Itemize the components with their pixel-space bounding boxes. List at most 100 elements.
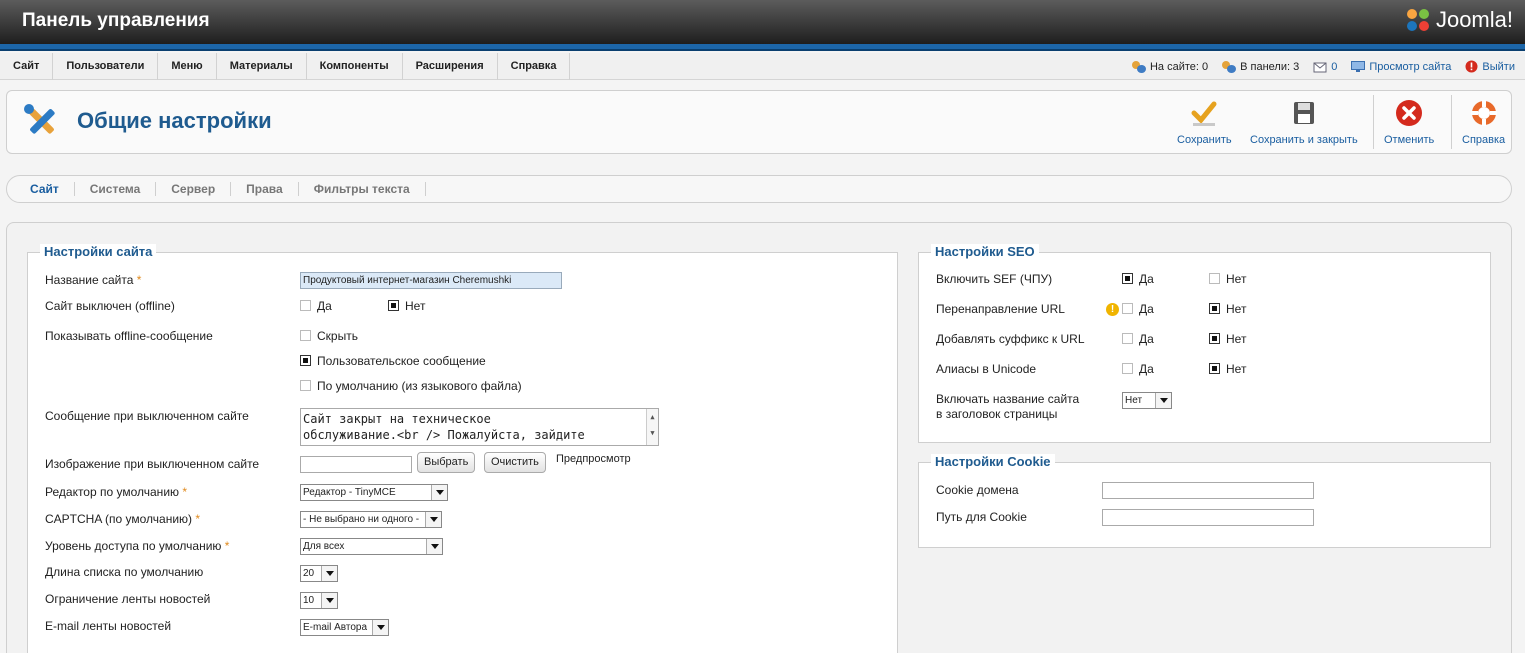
logout-label: Выйти bbox=[1482, 60, 1515, 73]
site-settings-fieldset: Настройки сайта Название сайта * Продукт… bbox=[27, 244, 898, 653]
offline-no-option[interactable]: Нет bbox=[388, 299, 425, 313]
toolbar-separator bbox=[1373, 95, 1374, 149]
joomla-logo-icon bbox=[1406, 9, 1429, 31]
sef-no-option[interactable]: Нет bbox=[1209, 272, 1246, 286]
select-image-button[interactable]: Выбрать bbox=[417, 452, 476, 473]
users-online-icon bbox=[1131, 60, 1146, 73]
tab-system[interactable]: Система bbox=[75, 182, 157, 196]
opt-default[interactable]: По умолчанию (из языкового файла) bbox=[300, 379, 522, 393]
menu-item-users[interactable]: Пользователи bbox=[53, 53, 159, 80]
tab-server[interactable]: Сервер bbox=[156, 182, 232, 196]
offline-message-label: Сообщение при выключенном сайте bbox=[45, 409, 249, 423]
menu-item-content[interactable]: Материалы bbox=[217, 53, 307, 80]
sef-no-radio[interactable] bbox=[1209, 273, 1220, 284]
suffix-no-option[interactable]: Нет bbox=[1209, 332, 1246, 346]
sef-yes-option[interactable]: Да bbox=[1122, 272, 1154, 286]
suffix-no-radio[interactable] bbox=[1209, 333, 1220, 344]
chevron-down-icon bbox=[372, 620, 388, 635]
help-button[interactable]: Справка bbox=[1462, 99, 1505, 146]
cancel-icon bbox=[1396, 100, 1423, 126]
access-select[interactable]: Для всех bbox=[300, 538, 443, 555]
save-button[interactable]: Сохранить bbox=[1177, 99, 1232, 146]
floppy-icon bbox=[1293, 102, 1314, 124]
offline-image-input[interactable] bbox=[300, 456, 412, 473]
offline-no-radio[interactable] bbox=[388, 300, 399, 311]
tab-text-filters[interactable]: Фильтры текста bbox=[299, 182, 426, 196]
sitename-pagetitle-select[interactable]: Нет bbox=[1122, 392, 1172, 409]
on-site-count: На сайте: 0 bbox=[1149, 60, 1209, 73]
cookie-path-label: Путь для Cookie bbox=[936, 510, 1027, 524]
opt-default-radio[interactable] bbox=[300, 380, 311, 391]
menu-item-help[interactable]: Справка bbox=[498, 53, 571, 80]
suffix-yes-radio[interactable] bbox=[1122, 333, 1133, 344]
view-site-label: Просмотр сайта bbox=[1369, 60, 1452, 73]
unicode-yes-radio[interactable] bbox=[1122, 363, 1133, 374]
checkmark-icon bbox=[1191, 101, 1217, 126]
feed-email-label: E-mail ленты новостей bbox=[45, 619, 172, 633]
tab-permissions[interactable]: Права bbox=[231, 182, 299, 196]
opt-hide-radio[interactable] bbox=[300, 330, 311, 341]
seo-settings-legend: Настройки SEO bbox=[931, 244, 1039, 259]
save-close-button[interactable]: Сохранить и закрыть bbox=[1250, 99, 1358, 146]
rewrite-yes-option[interactable]: Да bbox=[1122, 302, 1154, 316]
cancel-button[interactable]: Отменить bbox=[1384, 99, 1434, 146]
menu-item-menus[interactable]: Меню bbox=[158, 53, 217, 80]
sef-yes-radio[interactable] bbox=[1122, 273, 1133, 284]
opt-custom[interactable]: Пользовательское сообщение bbox=[300, 354, 486, 368]
offline-yes-option[interactable]: Да bbox=[300, 299, 332, 313]
status-in-panel: В панели: 3 bbox=[1222, 60, 1300, 73]
in-panel-count: В панели: 3 bbox=[1240, 60, 1300, 73]
joomla-logo[interactable]: Joomla! bbox=[1404, 6, 1513, 34]
preview-label: Предпросмотр bbox=[556, 453, 631, 465]
offline-message-line-2: обслуживание.<br /> Пожалуйста, зайдите bbox=[303, 428, 585, 442]
opt-custom-radio[interactable] bbox=[300, 355, 311, 366]
unicode-no-option[interactable]: Нет bbox=[1209, 362, 1246, 376]
unicode-yes-option[interactable]: Да bbox=[1122, 362, 1154, 376]
admins-online-icon bbox=[1222, 60, 1237, 73]
chevron-down-icon bbox=[321, 593, 337, 608]
access-label: Уровень доступа по умолчанию * bbox=[45, 539, 230, 553]
logout-link[interactable]: Выйти bbox=[1465, 60, 1515, 73]
rewrite-no-radio[interactable] bbox=[1209, 303, 1220, 314]
app-title: Панель управления bbox=[22, 10, 210, 31]
menu-item-extensions[interactable]: Расширения bbox=[403, 53, 498, 80]
list-limit-select[interactable]: 20 bbox=[300, 565, 338, 582]
main-menu-bar: Сайт Пользователи Меню Материалы Компоне… bbox=[0, 53, 1525, 80]
feed-limit-select[interactable]: 10 bbox=[300, 592, 338, 609]
opt-hide[interactable]: Скрыть bbox=[300, 329, 358, 343]
config-tabs: Сайт Система Сервер Права Фильтры текста bbox=[6, 175, 1512, 203]
view-site-link[interactable]: Просмотр сайта bbox=[1351, 61, 1451, 73]
site-name-label: Название сайта * bbox=[45, 273, 142, 287]
cookie-domain-input[interactable] bbox=[1102, 482, 1314, 499]
captcha-select[interactable]: - Не выбрано ни одного - bbox=[300, 511, 442, 528]
chevron-down-icon bbox=[425, 512, 441, 527]
status-messages[interactable]: 0 bbox=[1313, 61, 1337, 73]
editor-select[interactable]: Редактор - TinyMCE bbox=[300, 484, 448, 501]
offline-message-textarea[interactable]: Сайт закрыт на техническое обслуживание.… bbox=[300, 408, 659, 446]
unicode-label: Алиасы в Unicode bbox=[936, 362, 1037, 376]
seo-settings-fieldset: Настройки SEO Включить SEF (ЧПУ) Да Нет … bbox=[918, 244, 1491, 443]
cookie-path-input[interactable] bbox=[1102, 509, 1314, 526]
list-limit-label: Длина списка по умолчанию bbox=[45, 565, 204, 579]
feed-email-select[interactable]: E-mail Автора bbox=[300, 619, 389, 636]
cookie-settings-legend: Настройки Cookie bbox=[931, 454, 1055, 469]
joomla-logo-text: Joomla! bbox=[1435, 7, 1513, 32]
textarea-scrollbar[interactable]: ▲ ▼ bbox=[646, 409, 658, 445]
offline-yes-radio[interactable] bbox=[300, 300, 311, 311]
app-header: Панель управления Joomla! bbox=[0, 0, 1525, 44]
offline-label: Сайт выключен (offline) bbox=[45, 299, 175, 313]
chevron-down-icon bbox=[431, 485, 447, 500]
lifebuoy-icon bbox=[1470, 100, 1497, 126]
cookie-domain-label: Cookie домена bbox=[936, 483, 1019, 497]
rewrite-yes-radio[interactable] bbox=[1122, 303, 1133, 314]
chevron-down-icon bbox=[426, 539, 442, 554]
rewrite-no-option[interactable]: Нет bbox=[1209, 302, 1246, 316]
save-close-label: Сохранить и закрыть bbox=[1250, 134, 1358, 146]
menu-item-components[interactable]: Компоненты bbox=[307, 53, 403, 80]
menu-item-site[interactable]: Сайт bbox=[0, 53, 54, 80]
unicode-no-radio[interactable] bbox=[1209, 363, 1220, 374]
site-name-input[interactable]: Продуктовый интернет-магазин Cheremushki bbox=[300, 272, 562, 289]
clear-image-button[interactable]: Очистить bbox=[484, 452, 546, 473]
suffix-yes-option[interactable]: Да bbox=[1122, 332, 1154, 346]
tab-site[interactable]: Сайт bbox=[15, 182, 75, 196]
